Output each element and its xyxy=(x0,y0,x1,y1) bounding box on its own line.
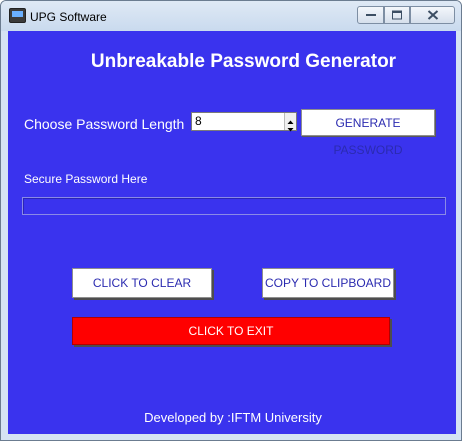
secure-password-label: Secure Password Here xyxy=(24,172,148,186)
main-panel: Unbreakable Password Generator Choose Pa… xyxy=(8,31,456,434)
password-output-field[interactable] xyxy=(22,197,446,215)
close-button[interactable] xyxy=(410,6,455,24)
minimize-button[interactable] xyxy=(357,6,384,24)
stepper-buttons xyxy=(284,113,296,132)
maximize-icon xyxy=(392,10,402,20)
exit-button[interactable]: CLICK TO EXIT xyxy=(72,317,390,345)
title-bar[interactable]: UPG Software xyxy=(1,1,461,31)
stepper-down-button[interactable] xyxy=(286,121,295,132)
password-length-label: Choose Password Length xyxy=(24,116,185,132)
close-icon xyxy=(427,10,438,20)
maximize-button[interactable] xyxy=(384,6,410,24)
stepper-up-button[interactable] xyxy=(286,113,295,124)
copy-to-clipboard-button[interactable]: COPY TO CLIPBOARD xyxy=(262,268,394,298)
page-title: Unbreakable Password Generator xyxy=(90,51,397,72)
arrow-down-icon xyxy=(287,128,294,132)
clear-button[interactable]: CLICK TO CLEAR xyxy=(72,268,212,298)
password-length-stepper[interactable]: 8 xyxy=(191,112,297,132)
app-window-icon[interactable] xyxy=(9,8,26,23)
app-window: UPG Software Unbreakable Password Genera… xyxy=(0,0,462,441)
generate-password-button[interactable]: GENERATE PASSWORD xyxy=(301,109,435,157)
minimize-icon xyxy=(365,14,376,16)
password-length-value[interactable]: 8 xyxy=(195,114,202,128)
window-title: UPG Software xyxy=(30,10,107,24)
footer-credit: Developed by :IFTM University xyxy=(144,410,322,425)
